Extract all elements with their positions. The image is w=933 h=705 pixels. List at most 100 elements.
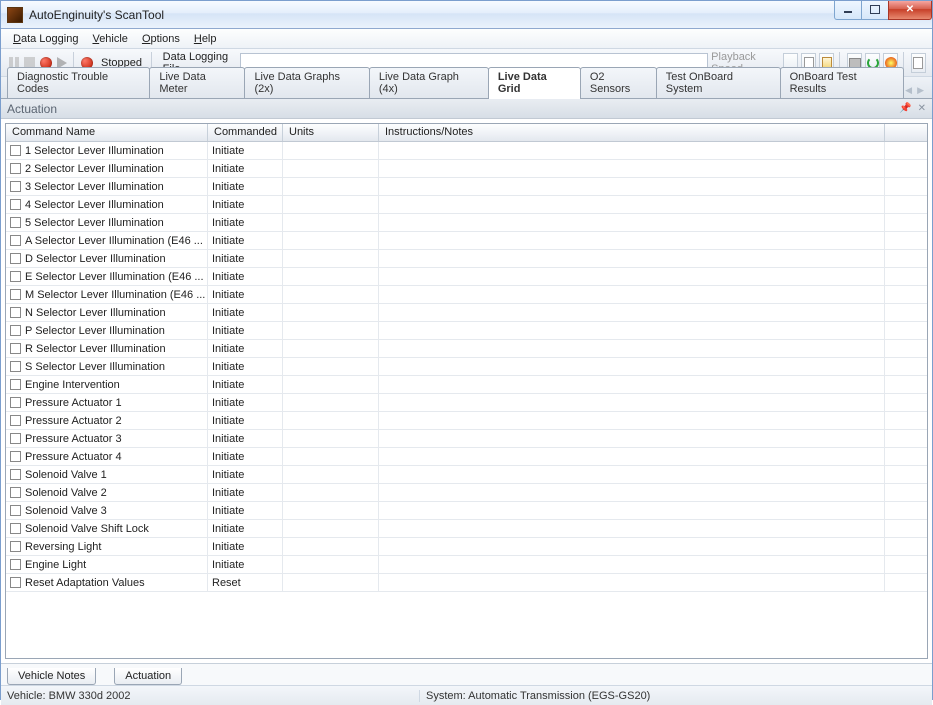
table-row[interactable]: Pressure Actuator 2Initiate bbox=[6, 412, 927, 430]
row-units bbox=[283, 394, 379, 411]
table-row[interactable]: Engine LightInitiate bbox=[6, 556, 927, 574]
tab-live-data-meter[interactable]: Live Data Meter bbox=[149, 67, 245, 98]
column-header-command-name[interactable]: Command Name bbox=[6, 124, 208, 141]
row-command-name: Reversing Light bbox=[25, 541, 101, 553]
column-header-commanded[interactable]: Commanded bbox=[208, 124, 283, 141]
row-checkbox[interactable] bbox=[10, 343, 21, 354]
row-checkbox[interactable] bbox=[10, 505, 21, 516]
row-commanded: Initiate bbox=[212, 145, 244, 157]
table-row[interactable]: 3 Selector Lever IlluminationInitiate bbox=[6, 178, 927, 196]
tab-scroll-left-icon[interactable]: ◀ bbox=[903, 85, 914, 96]
row-notes bbox=[379, 286, 885, 303]
row-checkbox[interactable] bbox=[10, 415, 21, 426]
row-checkbox[interactable] bbox=[10, 451, 21, 462]
row-checkbox[interactable] bbox=[10, 379, 21, 390]
table-row[interactable]: Solenoid Valve 2Initiate bbox=[6, 484, 927, 502]
row-checkbox[interactable] bbox=[10, 541, 21, 552]
maximize-button[interactable] bbox=[861, 1, 889, 20]
row-checkbox[interactable] bbox=[10, 325, 21, 336]
table-row[interactable]: A Selector Lever Illumination (E46 ...In… bbox=[6, 232, 927, 250]
row-commanded: Initiate bbox=[212, 397, 244, 409]
row-last bbox=[885, 466, 927, 483]
close-button[interactable] bbox=[888, 1, 932, 20]
row-notes bbox=[379, 376, 885, 393]
row-command-name: S Selector Lever Illumination bbox=[25, 361, 165, 373]
row-command-name: R Selector Lever Illumination bbox=[25, 343, 166, 355]
tab-scroll-right-icon[interactable]: ▶ bbox=[915, 85, 926, 96]
table-row[interactable]: P Selector Lever IlluminationInitiate bbox=[6, 322, 927, 340]
row-checkbox[interactable] bbox=[10, 253, 21, 264]
row-commanded: Initiate bbox=[212, 235, 244, 247]
tab-test-onboard-system[interactable]: Test OnBoard System bbox=[656, 67, 781, 98]
minimize-button[interactable] bbox=[834, 1, 862, 20]
row-checkbox[interactable] bbox=[10, 199, 21, 210]
row-last bbox=[885, 214, 927, 231]
table-row[interactable]: Solenoid Valve 3Initiate bbox=[6, 502, 927, 520]
row-checkbox[interactable] bbox=[10, 361, 21, 372]
row-commanded: Initiate bbox=[212, 289, 244, 301]
table-row[interactable]: Pressure Actuator 4Initiate bbox=[6, 448, 927, 466]
row-commanded: Initiate bbox=[212, 217, 244, 229]
panel-close-icon[interactable]: ✕ bbox=[918, 103, 926, 114]
table-row[interactable]: S Selector Lever IlluminationInitiate bbox=[6, 358, 927, 376]
menu-data-logging[interactable]: Data Logging bbox=[7, 31, 84, 47]
row-units bbox=[283, 412, 379, 429]
row-notes bbox=[379, 232, 885, 249]
row-checkbox[interactable] bbox=[10, 235, 21, 246]
column-header-units[interactable]: Units bbox=[283, 124, 379, 141]
table-row[interactable]: N Selector Lever IlluminationInitiate bbox=[6, 304, 927, 322]
row-units bbox=[283, 214, 379, 231]
row-checkbox[interactable] bbox=[10, 307, 21, 318]
tab-onboard-test-results[interactable]: OnBoard Test Results bbox=[780, 67, 905, 98]
table-row[interactable]: D Selector Lever Illumination Initiate bbox=[6, 250, 927, 268]
column-header-instructions[interactable]: Instructions/Notes bbox=[379, 124, 885, 141]
table-row[interactable]: 2 Selector Lever IlluminationInitiate bbox=[6, 160, 927, 178]
row-checkbox[interactable] bbox=[10, 487, 21, 498]
table-row[interactable]: R Selector Lever IlluminationInitiate bbox=[6, 340, 927, 358]
pin-icon[interactable]: 📌 bbox=[899, 103, 911, 114]
table-row[interactable]: Solenoid Valve 1Initiate bbox=[6, 466, 927, 484]
tab-live-data-grid[interactable]: Live Data Grid bbox=[488, 67, 581, 99]
table-row[interactable]: 5 Selector Lever IlluminationInitiate bbox=[6, 214, 927, 232]
row-checkbox[interactable] bbox=[10, 469, 21, 480]
row-last bbox=[885, 340, 927, 357]
menu-options[interactable]: Options bbox=[136, 31, 186, 47]
table-row[interactable]: Reversing LightInitiate bbox=[6, 538, 927, 556]
row-command-name: D Selector Lever Illumination bbox=[25, 253, 166, 265]
table-row[interactable]: 4 Selector Lever IlluminationInitiate bbox=[6, 196, 927, 214]
row-checkbox[interactable] bbox=[10, 271, 21, 282]
table-row[interactable]: Solenoid Valve Shift LockInitiate bbox=[6, 520, 927, 538]
row-checkbox[interactable] bbox=[10, 523, 21, 534]
table-row[interactable]: M Selector Lever Illumination (E46 ...In… bbox=[6, 286, 927, 304]
row-last bbox=[885, 196, 927, 213]
titlebar: AutoEnginuity's ScanTool bbox=[1, 1, 932, 29]
table-row[interactable]: E Selector Lever Illumination (E46 ...In… bbox=[6, 268, 927, 286]
extra-button[interactable] bbox=[911, 53, 926, 73]
row-notes bbox=[379, 268, 885, 285]
row-checkbox[interactable] bbox=[10, 289, 21, 300]
table-row[interactable]: Reset Adaptation ValuesReset bbox=[6, 574, 927, 592]
table-row[interactable]: Pressure Actuator 3Initiate bbox=[6, 430, 927, 448]
row-last bbox=[885, 160, 927, 177]
row-checkbox[interactable] bbox=[10, 397, 21, 408]
row-commanded: Initiate bbox=[212, 253, 244, 265]
menu-help[interactable]: Help bbox=[188, 31, 223, 47]
tab-o2-sensors[interactable]: O2 Sensors bbox=[580, 67, 657, 98]
table-row[interactable]: Pressure Actuator 1Initiate bbox=[6, 394, 927, 412]
menu-vehicle[interactable]: Vehicle bbox=[86, 31, 133, 47]
tab-live-data-graphs-2x[interactable]: Live Data Graphs (2x) bbox=[244, 67, 369, 98]
table-row[interactable]: Engine InterventionInitiate bbox=[6, 376, 927, 394]
bottom-tab-actuation[interactable]: Actuation bbox=[114, 668, 182, 685]
row-checkbox[interactable] bbox=[10, 181, 21, 192]
tab-diagnostic-trouble-codes[interactable]: Diagnostic Trouble Codes bbox=[7, 67, 150, 98]
row-checkbox[interactable] bbox=[10, 217, 21, 228]
row-checkbox[interactable] bbox=[10, 433, 21, 444]
row-checkbox[interactable] bbox=[10, 145, 21, 156]
row-checkbox[interactable] bbox=[10, 559, 21, 570]
bottom-tab-vehicle-notes[interactable]: Vehicle Notes bbox=[7, 668, 96, 685]
table-row[interactable]: 1 Selector Lever IlluminationInitiate bbox=[6, 142, 927, 160]
row-checkbox[interactable] bbox=[10, 163, 21, 174]
tab-live-data-graph-4x[interactable]: Live Data Graph (4x) bbox=[369, 67, 489, 98]
row-notes bbox=[379, 196, 885, 213]
row-checkbox[interactable] bbox=[10, 577, 21, 588]
